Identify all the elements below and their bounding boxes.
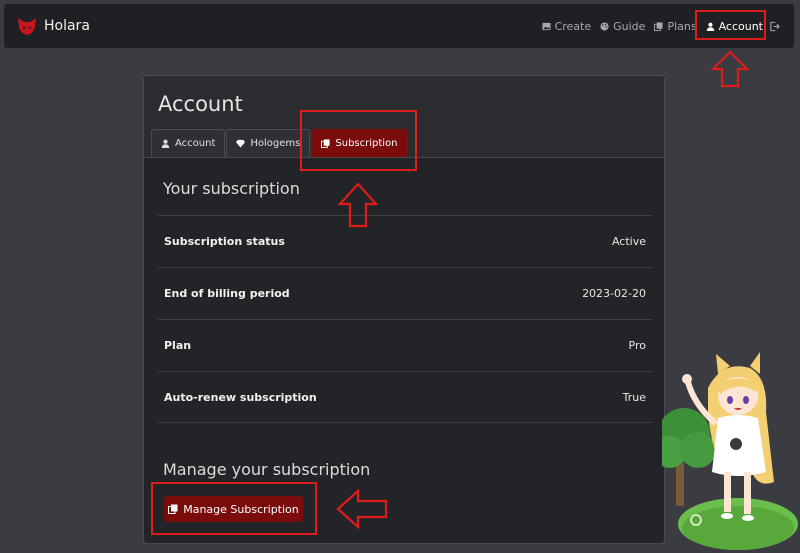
brand-name: Holara xyxy=(44,18,90,34)
subscription-section-title: Your subscription xyxy=(163,179,300,198)
detail-value: Active xyxy=(611,235,646,248)
detail-row-plan: Plan Pro xyxy=(158,319,652,371)
subscription-details: Subscription status Active End of billin… xyxy=(158,215,652,423)
brand[interactable]: Holara xyxy=(16,15,90,37)
gem-icon xyxy=(236,139,246,148)
annotation-box-account-nav xyxy=(695,10,766,40)
tab-hologems[interactable]: Hologems xyxy=(226,129,311,157)
holara-logo-icon xyxy=(18,18,36,35)
detail-label: End of billing period xyxy=(164,287,290,300)
detail-value: 2023-02-20 xyxy=(582,287,646,300)
detail-row-status: Subscription status Active xyxy=(158,215,652,267)
logout-icon[interactable] xyxy=(769,21,780,32)
user-icon xyxy=(161,139,170,148)
nav-create-label: Create xyxy=(554,19,592,33)
detail-row-billing-end: End of billing period 2023-02-20 xyxy=(158,267,652,319)
detail-value: Pro xyxy=(628,339,646,352)
annotation-arrow-left-icon xyxy=(336,489,388,529)
palette-icon xyxy=(600,21,609,31)
nav-create-link[interactable]: Create xyxy=(542,19,592,33)
copy-icon xyxy=(654,21,663,31)
top-navbar: Holara Create Guide Plans Account xyxy=(4,4,794,48)
nav-plans-link[interactable]: Plans xyxy=(654,19,697,33)
page-title: Account xyxy=(158,92,243,116)
tab-hologems-label: Hologems xyxy=(250,138,301,149)
detail-label: Subscription status xyxy=(164,235,285,248)
image-icon xyxy=(542,22,551,30)
nav-guide-link[interactable]: Guide xyxy=(600,20,645,33)
detail-row-auto-renew: Auto-renew subscription True xyxy=(158,371,652,423)
nav-plans-label: Plans xyxy=(667,19,697,33)
detail-label: Plan xyxy=(164,339,192,352)
nav-guide-label: Guide xyxy=(613,19,646,33)
detail-value: True xyxy=(622,390,646,404)
annotation-arrow-up-icon xyxy=(337,182,379,228)
detail-label: Auto-renew subscription xyxy=(164,390,317,404)
annotation-arrow-up-icon xyxy=(710,50,750,88)
tab-account[interactable]: Account xyxy=(151,129,226,157)
tab-account-label: Account xyxy=(175,138,216,149)
annotation-box-manage-button xyxy=(151,482,317,535)
mascot-illustration xyxy=(662,352,798,550)
annotation-box-subscription-tab xyxy=(300,110,417,171)
manage-section-title: Manage your subscription xyxy=(163,460,371,479)
